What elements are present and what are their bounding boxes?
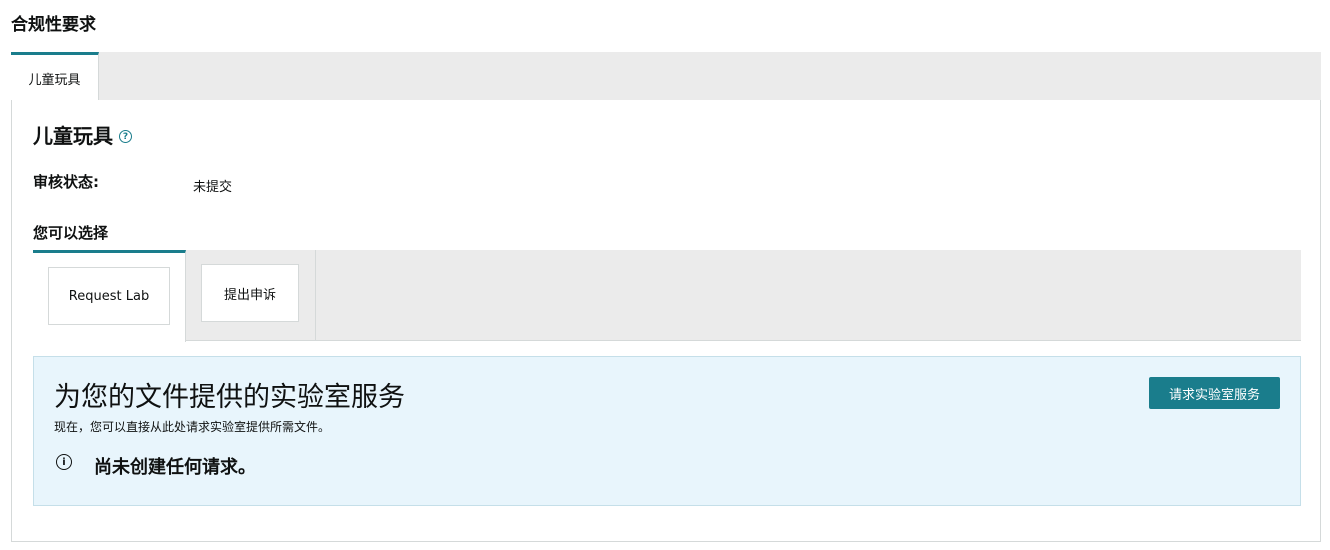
- page-title: 合规性要求: [11, 15, 96, 35]
- empty-requests-message: 尚未创建任何请求。: [94, 457, 256, 478]
- info-icon: i: [56, 454, 72, 470]
- option-tab-appeal[interactable]: 提出申诉: [186, 250, 316, 341]
- request-lab-service-button[interactable]: 请求实验室服务: [1149, 377, 1280, 409]
- appeal-option[interactable]: 提出申诉: [201, 264, 299, 322]
- lab-service-description: 现在，您可以直接从此处请求实验室提供所需文件。: [54, 420, 331, 434]
- compliance-panel: 儿童玩具 ? 审核状态: 未提交 您可以选择 Request Lab 提出申诉 …: [11, 100, 1321, 542]
- status-label: 审核状态:: [33, 173, 99, 191]
- option-tab-request-lab[interactable]: Request Lab: [33, 250, 186, 342]
- section-title: 儿童玩具: [33, 124, 113, 148]
- request-lab-option[interactable]: Request Lab: [48, 267, 170, 325]
- category-tabbar: 儿童玩具: [11, 52, 1321, 102]
- tab-children-toys[interactable]: 儿童玩具: [11, 52, 99, 102]
- options-title: 您可以选择: [33, 224, 109, 242]
- lab-service-panel: 为您的文件提供的实验室服务 现在，您可以直接从此处请求实验室提供所需文件。 i …: [33, 356, 1301, 506]
- status-value: 未提交: [193, 180, 233, 195]
- section-heading: 儿童玩具 ?: [33, 120, 132, 149]
- options-tabbar: Request Lab 提出申诉: [33, 250, 1301, 342]
- lab-service-heading: 为您的文件提供的实验室服务: [54, 382, 405, 413]
- help-icon[interactable]: ?: [119, 130, 132, 143]
